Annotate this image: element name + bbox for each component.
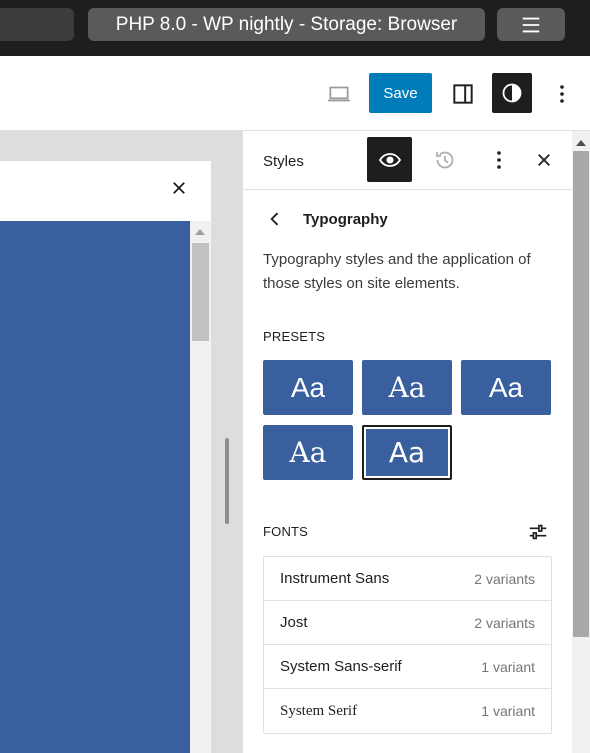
typography-preset-selected[interactable]: Aa: [362, 425, 452, 480]
panel-options-button[interactable]: [488, 146, 510, 174]
close-icon: [173, 182, 185, 194]
screen-title: Typography: [303, 210, 388, 228]
panel-header: Styles: [243, 131, 573, 190]
editor-toolbar: Save: [0, 56, 590, 131]
save-button[interactable]: Save: [369, 73, 432, 113]
device-preview-button[interactable]: [325, 80, 353, 108]
style-preview: [0, 221, 190, 753]
page-scrollbar[interactable]: [572, 131, 590, 753]
style-book-button[interactable]: [367, 137, 412, 182]
font-variant-count: 2 variants: [474, 570, 535, 587]
scrollbar-thumb[interactable]: [192, 243, 209, 341]
typography-preset[interactable]: Aa: [263, 360, 353, 415]
font-name: System Serif: [280, 702, 358, 719]
back-button[interactable]: [263, 207, 287, 231]
typography-nav: Typography: [263, 207, 388, 231]
eye-icon: [378, 152, 401, 167]
font-family-item[interactable]: System Sans-serif 1 variant: [264, 645, 551, 689]
sidebar-toggle-icon: [453, 84, 473, 104]
scroll-up-arrow-icon[interactable]: [195, 229, 205, 235]
typography-description: Typography styles and the application of…: [263, 251, 531, 292]
settings-sidebar-toggle[interactable]: [449, 80, 477, 108]
styles-toggle-button[interactable]: [492, 73, 532, 113]
typography-preset[interactable]: Aa: [461, 360, 551, 415]
resize-handle[interactable]: [225, 438, 229, 524]
font-name: Instrument Sans: [280, 570, 390, 587]
font-name: Jost: [280, 614, 308, 631]
font-family-item[interactable]: Instrument Sans 2 variants: [264, 557, 551, 601]
font-family-item[interactable]: System Serif 1 variant: [264, 689, 551, 733]
font-family-list: Instrument Sans 2 variants Jost 2 varian…: [263, 556, 552, 734]
sliders-settings-icon: [529, 524, 547, 540]
preview-frame: [0, 161, 211, 753]
styles-panel: Styles Typography Typography styles and …: [242, 131, 573, 753]
address-pill[interactable]: [0, 8, 74, 41]
font-family-item[interactable]: Jost 2 variants: [264, 601, 551, 645]
panel-title: Styles: [263, 153, 304, 170]
typography-preset[interactable]: Aa: [362, 360, 452, 415]
fonts-heading: FONTS: [263, 524, 309, 539]
font-variant-count: 2 variants: [474, 614, 535, 631]
font-variant-count: 1 variant: [481, 703, 535, 719]
frame-close-button[interactable]: [167, 176, 191, 200]
presets-heading: PRESETS: [263, 329, 326, 344]
font-name: System Sans-serif: [280, 658, 402, 675]
desktop-preview-icon: [328, 86, 350, 102]
styles-contrast-icon: [502, 83, 522, 103]
editor-canvas-area: [0, 131, 242, 753]
history-icon: [436, 151, 454, 169]
browser-top-bar: PHP 8.0 - WP nightly - Storage: Browser: [0, 0, 590, 56]
scrollbar-thumb[interactable]: [573, 151, 589, 637]
close-icon: [538, 154, 550, 166]
typography-preset[interactable]: Aa: [263, 425, 353, 480]
revisions-button[interactable]: [431, 146, 459, 174]
vertical-ellipsis-icon: [560, 85, 564, 103]
chevron-left-icon: [270, 212, 279, 226]
options-button[interactable]: [551, 80, 573, 108]
hamburger-icon: [522, 17, 540, 32]
preview-scrollbar[interactable]: [190, 221, 211, 753]
font-variant-count: 1 variant: [481, 658, 535, 675]
vertical-ellipsis-icon: [497, 151, 501, 169]
manage-fonts-button[interactable]: [526, 520, 550, 544]
environment-title[interactable]: PHP 8.0 - WP nightly - Storage: Browser: [88, 8, 485, 41]
scroll-up-arrow-icon[interactable]: [576, 140, 586, 146]
close-styles-button[interactable]: [532, 148, 556, 172]
menu-button[interactable]: [497, 8, 565, 41]
